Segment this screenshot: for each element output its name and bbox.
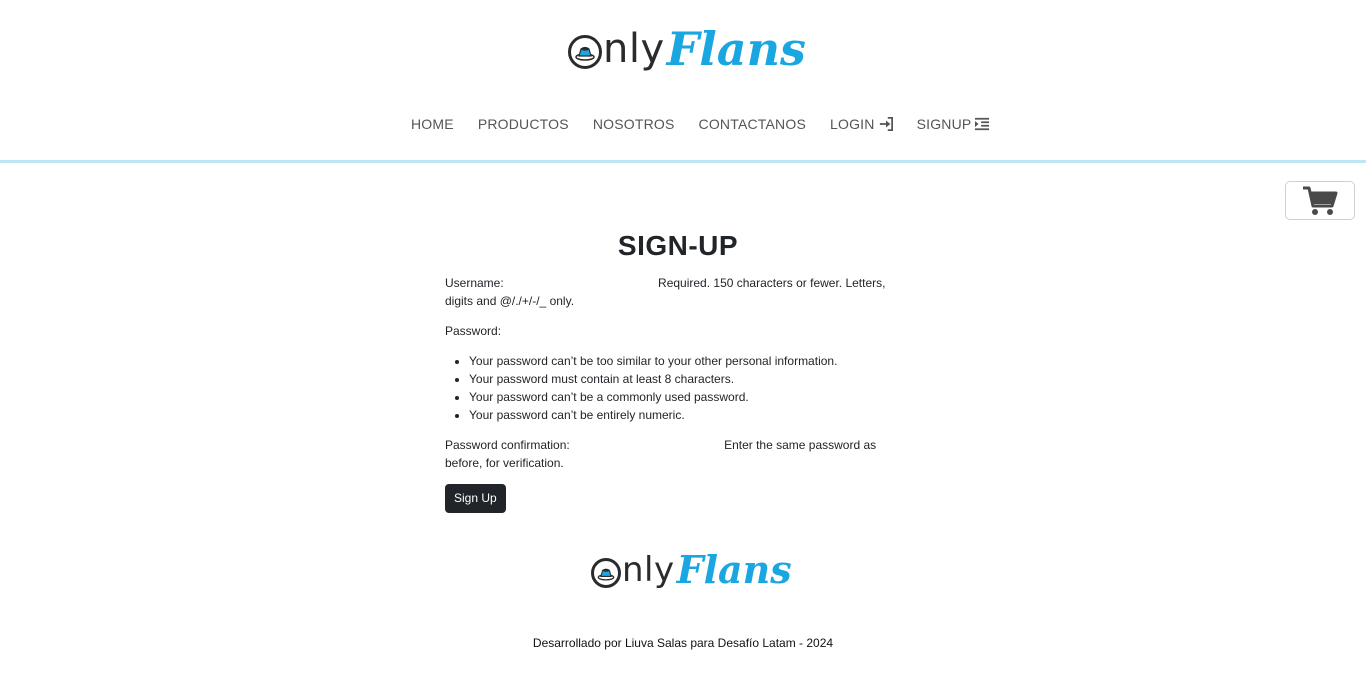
password-rules: Your password can’t be too similar to yo… xyxy=(445,352,911,424)
footer-credit: Desarrollado por Liuva Salas para Desafí… xyxy=(532,636,834,650)
shopping-cart-icon xyxy=(1303,186,1338,215)
nav-contactanos[interactable]: CONTACTANOS xyxy=(699,114,806,134)
footer-logo[interactable]: nly Flans xyxy=(591,545,792,595)
signup-form: SIGN-UP Username: Required. 150 characte… xyxy=(445,228,911,513)
site-header: nly Flans HOME PRODUCTOS NOSOTROS CONTAC… xyxy=(0,0,1366,163)
nav-signup[interactable]: SIGNUP xyxy=(917,114,990,134)
username-label: Username: xyxy=(445,276,504,290)
username-row: Username: Required. 150 characters or fe… xyxy=(445,274,911,310)
nav-signup-label: SIGNUP xyxy=(916,116,972,132)
nav-nosotros[interactable]: NOSOTROS xyxy=(593,114,675,134)
nav-contactanos-label: CONTACTANOS xyxy=(698,116,806,132)
nav-productos-label: PRODUCTOS xyxy=(477,116,569,132)
confirm-label: Password confirmation: xyxy=(445,438,570,452)
main-nav: HOME PRODUCTOS NOSOTROS CONTACTANOS LOGI… xyxy=(411,114,990,134)
confirm-row: Password confirmation: Enter the same pa… xyxy=(445,436,911,472)
username-help: Required. 150 characters or fewer. Lette… xyxy=(445,276,886,308)
brand-logo[interactable]: nly Flans xyxy=(568,20,806,78)
indent-icon xyxy=(975,117,990,131)
nav-home-label: HOME xyxy=(411,116,454,132)
nav-nosotros-label: NOSOTROS xyxy=(592,116,675,132)
nav-productos[interactable]: PRODUCTOS xyxy=(478,114,569,134)
logo-text-flans: Flans xyxy=(666,22,806,76)
list-item: Your password can’t be too similar to yo… xyxy=(469,352,911,370)
nav-login-label: LOGIN xyxy=(830,116,875,132)
nav-home[interactable]: HOME xyxy=(411,114,454,134)
flan-o-icon xyxy=(591,558,621,588)
page-title: SIGN-UP xyxy=(617,230,739,261)
password-label: Password: xyxy=(445,324,502,338)
signup-submit-button[interactable]: Sign Up xyxy=(445,484,506,513)
cart-button[interactable] xyxy=(1285,181,1355,220)
logo-text-only: nly xyxy=(622,550,675,590)
nav-login[interactable]: LOGIN xyxy=(830,114,893,134)
list-item: Your password can’t be entirely numeric. xyxy=(469,406,911,424)
list-item: Your password must contain at least 8 ch… xyxy=(469,370,911,388)
logo-text-only: nly xyxy=(603,26,665,72)
flan-o-icon xyxy=(568,35,602,69)
sign-in-icon xyxy=(879,117,893,131)
list-item: Your password can’t be a commonly used p… xyxy=(469,388,911,406)
logo-text-flans: Flans xyxy=(676,547,792,592)
